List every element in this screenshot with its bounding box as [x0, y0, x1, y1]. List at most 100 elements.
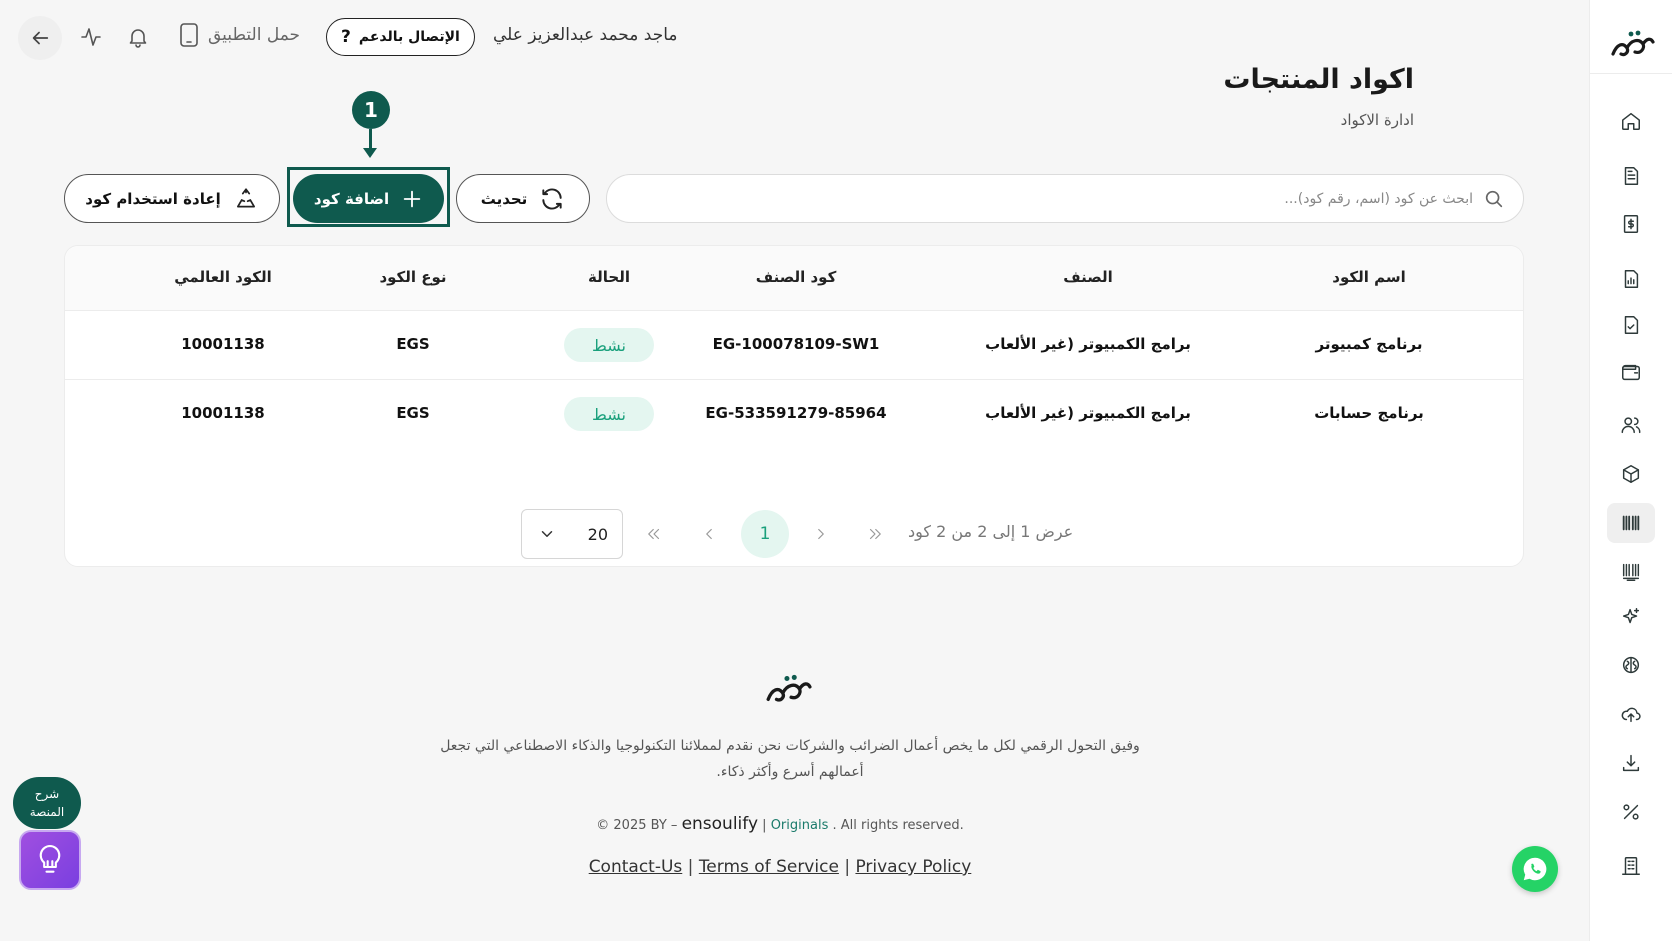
column-header-category: الصنف	[1063, 268, 1113, 286]
sidebar-item-barcode-scan[interactable]	[1607, 552, 1655, 592]
tips-button[interactable]	[19, 830, 81, 890]
whatsapp-button[interactable]	[1512, 846, 1558, 892]
row-category: برامج الكمبيوتر (غير الألعاب	[985, 404, 1191, 422]
sidebar-item-receipts[interactable]	[1607, 204, 1655, 244]
user-name: ماجد محمد عبدالعزيز علي	[493, 25, 678, 45]
refresh-icon	[542, 188, 562, 209]
report-icon	[1624, 270, 1639, 288]
row-category: برامج الكمبيوتر (غير الألعاب	[985, 335, 1191, 353]
reuse-code-button[interactable]: إعادة استخدام كود	[64, 174, 280, 223]
sidebar-item-home[interactable]	[1607, 101, 1655, 141]
bell-icon	[129, 29, 147, 48]
sidebar-item-customers[interactable]	[1607, 405, 1655, 445]
platform-tour-button[interactable]: شرح المنصة	[13, 777, 81, 829]
sidebar-item-product-codes[interactable]	[1607, 503, 1655, 543]
pagination-info: عرض 1 إلى 2 من 2 كود	[908, 522, 1074, 541]
sidebar-item-products[interactable]	[1607, 454, 1655, 494]
column-header-name: اسم الكود	[1332, 268, 1406, 286]
privacy-policy-link[interactable]: Privacy Policy	[855, 857, 971, 877]
plus-icon	[403, 190, 421, 207]
recycle-icon	[236, 187, 255, 207]
table-row[interactable]: برنامج حسابات برامج الكمبيوتر (غير الألع…	[65, 380, 1523, 449]
upload-cloud-icon	[1621, 707, 1641, 723]
column-header-code-type: نوع الكود	[379, 268, 447, 286]
support-label: الإتصال بالدعم	[358, 29, 460, 45]
add-code-button[interactable]: اضافة كود	[293, 174, 444, 223]
sidebar-item-reports[interactable]	[1607, 259, 1655, 299]
document-check-icon	[1624, 316, 1639, 334]
back-button[interactable]	[18, 16, 62, 60]
brand-logo-icon	[766, 674, 812, 702]
activity-button[interactable]	[78, 24, 104, 50]
footer-links: Contact-Us | Terms of Service | Privacy …	[560, 857, 1000, 877]
link-separator: |	[687, 857, 699, 877]
row-item-code: EG-533591279-85964	[705, 404, 887, 422]
search-box[interactable]	[606, 174, 1524, 223]
sidebar-item-upload[interactable]	[1607, 694, 1655, 734]
table-header: اسم الكود الصنف كود الصنف الحالة نوع الك…	[65, 246, 1523, 311]
table-row[interactable]: برنامج كمبيوتر برامج الكمبيوتر (غير الأل…	[65, 311, 1523, 380]
download-app-link[interactable]: حمل التطبيق	[178, 22, 300, 48]
chevrons-left-icon	[648, 528, 660, 540]
row-global-code: 10001138	[181, 335, 265, 353]
copyright-rights: . All rights reserved.	[832, 818, 964, 833]
page-subtitle: ادارة الاكواد	[1340, 111, 1414, 129]
copyright-prefix: © 2025 BY –	[596, 818, 678, 833]
status-badge: نشط	[564, 328, 654, 362]
contact-us-link[interactable]: Contact-Us	[589, 857, 683, 877]
mobile-phone-icon	[180, 23, 198, 47]
status-badge: نشط	[564, 397, 654, 431]
reuse-code-label: إعادة استخدام كود	[85, 189, 221, 208]
box-icon	[1622, 465, 1640, 483]
search-icon	[1485, 190, 1503, 207]
sidebar-item-taxes[interactable]	[1607, 792, 1655, 832]
topbar: حمل التطبيق الإتصال بالدعم ? ماجد محمد ع…	[18, 14, 1578, 60]
terms-of-service-link[interactable]: Terms of Service	[699, 857, 839, 877]
percent-icon	[1623, 804, 1639, 820]
chevron-left-icon	[706, 528, 712, 540]
row-name: برنامج حسابات	[1314, 404, 1424, 422]
row-code-type: EGS	[396, 335, 430, 353]
prev-page-button[interactable]	[685, 510, 733, 558]
first-page-button[interactable]	[630, 510, 678, 558]
row-global-code: 10001138	[181, 404, 265, 422]
footer-brand[interactable]: ensoulify	[682, 814, 758, 834]
sidebar-item-company[interactable]	[1607, 846, 1655, 886]
sidebar-item-documents[interactable]	[1607, 305, 1655, 345]
codes-table: اسم الكود الصنف كود الصنف الحالة نوع الك…	[64, 245, 1524, 567]
sidebar-item-smart[interactable]	[1607, 645, 1655, 685]
platform-tour-label: شرح المنصة	[29, 787, 65, 819]
arrow-left-icon	[32, 31, 49, 45]
footer-copyright: © 2025 BY – ensoulify | Originals . All …	[560, 814, 1000, 834]
wallet-icon	[1622, 364, 1640, 381]
sidebar-logo[interactable]	[1590, 18, 1672, 74]
column-header-global-code: الكود العالمي	[174, 268, 272, 286]
next-page-button[interactable]	[797, 510, 845, 558]
sidebar-item-invoices[interactable]	[1607, 156, 1655, 196]
page-size-select[interactable]: 20	[521, 509, 623, 559]
page-number-current[interactable]: 1	[741, 510, 789, 558]
footer-originals[interactable]: Originals	[771, 818, 829, 833]
sidebar-item-download[interactable]	[1607, 743, 1655, 783]
sidebar-item-wallet[interactable]	[1607, 352, 1655, 392]
step-badge: 1	[352, 91, 390, 129]
barcode-icon	[1622, 515, 1640, 531]
sidebar	[1589, 0, 1672, 941]
last-page-button[interactable]	[851, 510, 899, 558]
row-code-type: EGS	[396, 404, 430, 422]
notifications-button[interactable]	[125, 24, 151, 50]
building-icon	[1622, 857, 1640, 875]
refresh-label: تحديث	[480, 189, 528, 208]
sidebar-item-ai[interactable]	[1607, 597, 1655, 637]
download-icon	[1622, 754, 1640, 772]
refresh-button[interactable]: تحديث	[456, 174, 590, 223]
column-header-status: الحالة	[588, 268, 630, 286]
search-input[interactable]	[607, 190, 1473, 207]
footer-logo	[764, 672, 812, 714]
page-title: اكواد المنتجات	[1223, 64, 1414, 95]
column-header-item-code: كود الصنف	[755, 268, 837, 286]
copyright-separator: |	[762, 818, 767, 833]
whatsapp-icon	[1523, 857, 1547, 881]
row-item-code: EG-100078109-SW1	[712, 335, 880, 353]
support-button[interactable]: الإتصال بالدعم ?	[326, 18, 475, 56]
